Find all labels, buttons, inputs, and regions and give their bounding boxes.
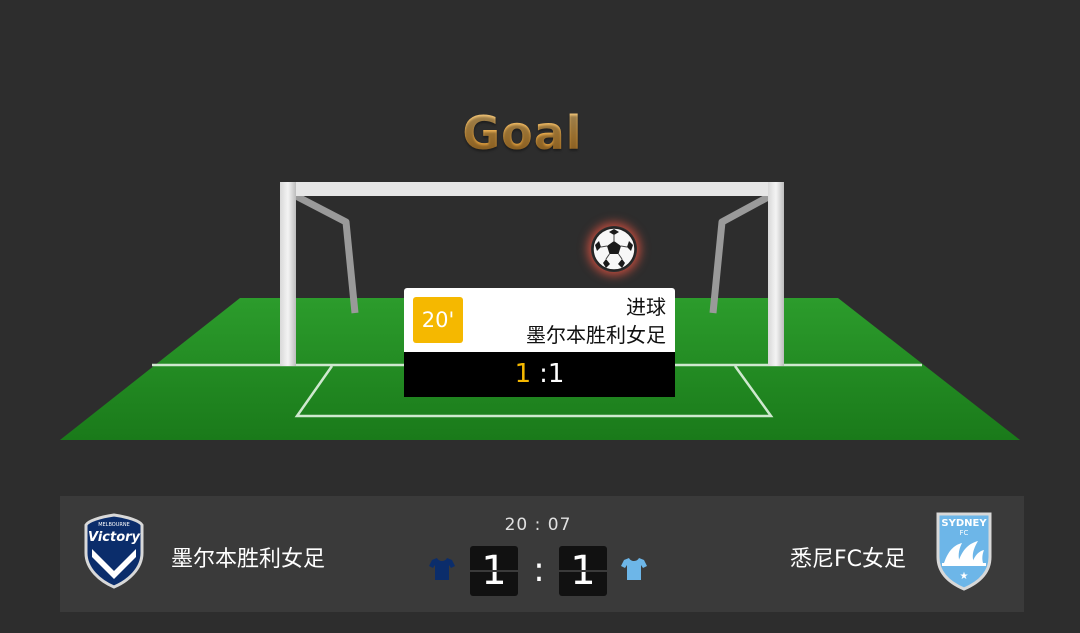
goal-title: Goal <box>0 106 1045 160</box>
event-away-score: 1 <box>547 359 565 389</box>
away-logo-text: SYDNEY <box>941 518 987 529</box>
away-score: 1 <box>559 546 607 596</box>
event-score: 1:1 <box>404 352 675 397</box>
away-team-logo: SYDNEY FC ★ <box>932 511 996 591</box>
pitch-illustration <box>60 182 1020 440</box>
crossbar <box>280 182 784 196</box>
event-minute-badge: 20' <box>413 297 463 343</box>
event-info: 20' 进球 墨尔本胜利女足 <box>404 288 675 352</box>
home-score: 1 <box>470 546 518 596</box>
right-post <box>768 182 784 366</box>
svg-text:★: ★ <box>960 571 969 582</box>
score-separator: : <box>533 550 545 590</box>
match-time: 20 : 07 <box>504 515 572 535</box>
away-kit-icon <box>620 556 648 582</box>
goal-event-card: 20' 进球 墨尔本胜利女足 1:1 <box>404 288 675 397</box>
event-score-colon: : <box>539 359 548 389</box>
home-team-name: 墨尔本胜利女足 <box>171 547 326 572</box>
scoreboard: MELBOURNE Victory 墨尔本胜利女足 20 : 07 1 : 1 … <box>60 496 1024 612</box>
event-team-name: 墨尔本胜利女足 <box>526 323 666 347</box>
goal-animation: Goal 20' 进球 墨尔本胜利女足 1:1 <box>0 0 1080 470</box>
away-team-name: 悉尼FC女足 <box>789 547 906 572</box>
home-kit-icon <box>428 556 456 582</box>
event-home-score: 1 <box>514 359 532 389</box>
football-icon <box>591 226 637 272</box>
event-type-label: 进球 <box>626 295 666 319</box>
away-logo-subtext: FC <box>960 529 969 537</box>
left-post <box>280 182 296 366</box>
